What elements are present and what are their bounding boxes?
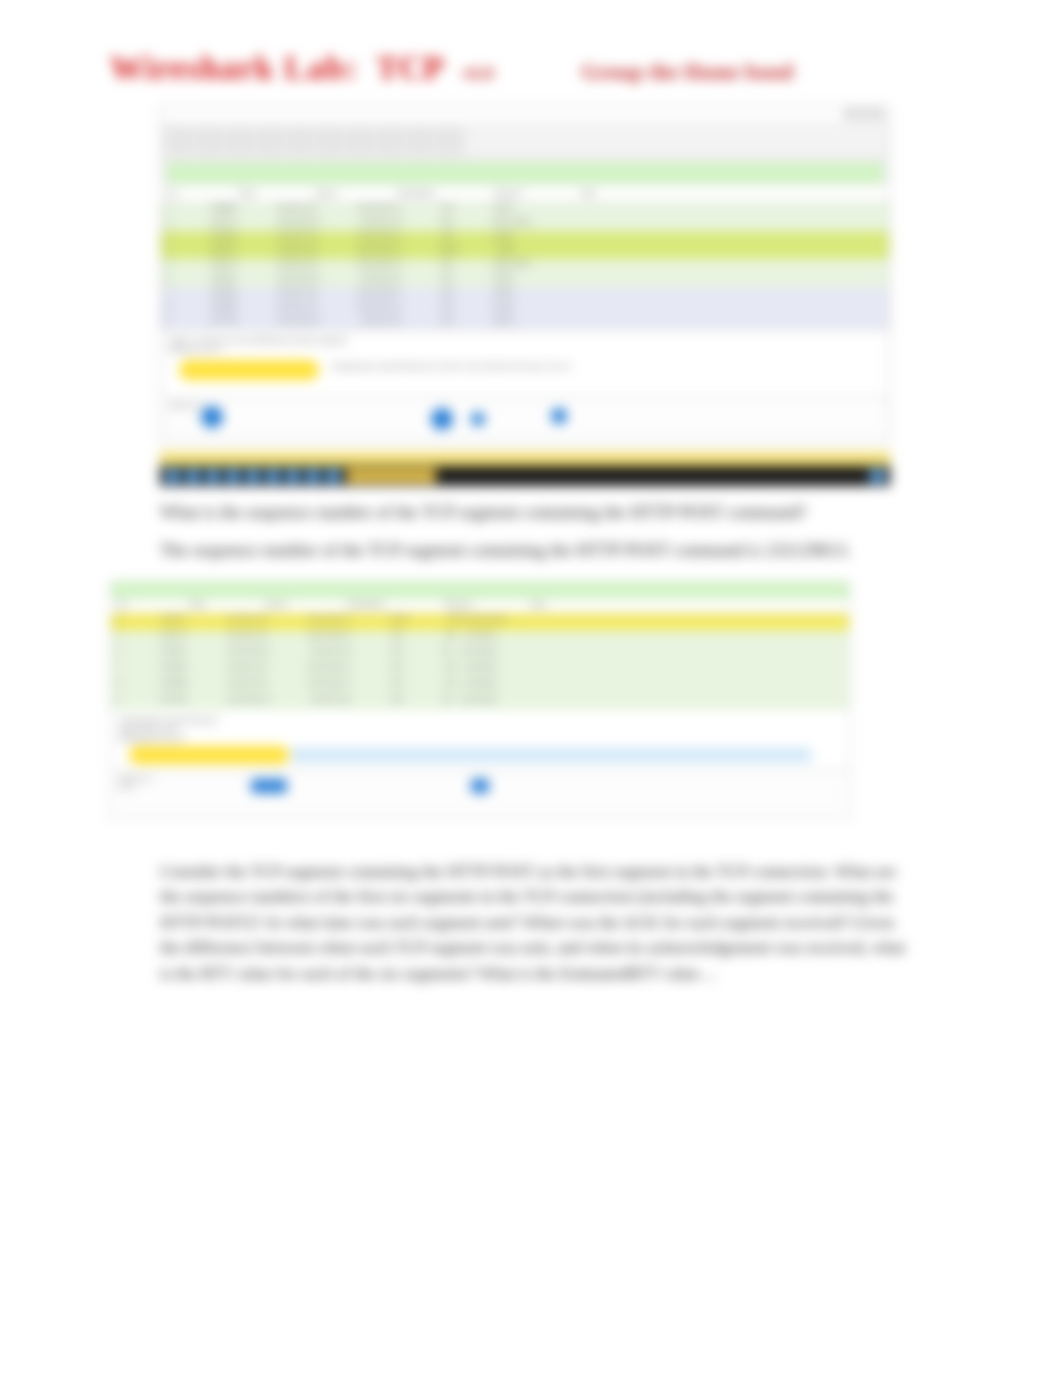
title-part1: Wireshark Lab:	[110, 50, 358, 88]
task-icon[interactable]	[266, 469, 280, 483]
table-row[interactable]: 50.041737192.168.1.102128.119.245.12TCP1…	[111, 630, 849, 646]
detail-line: Transmission Control Protocol	[119, 716, 841, 725]
task-icon[interactable]	[326, 469, 340, 483]
detail-line: Ethernet II, Src: ...	[169, 345, 881, 354]
hex-pane: 0000 00 20 ... 0010 ...	[111, 770, 849, 818]
col-proto: Protocol	[495, 189, 522, 200]
title-version: v6.0	[462, 63, 494, 84]
hex-highlight-icon	[251, 779, 287, 793]
task-icon[interactable]	[306, 469, 320, 483]
minimize-icon[interactable]	[845, 109, 855, 119]
table-row[interactable]: 70.054026192.168.1.102128.119.245.12TCP1…	[111, 662, 849, 678]
table-row[interactable]: 40.026477192.168.1.102128.119.245.12HTTP…	[111, 614, 849, 630]
hex-highlight-icon	[201, 406, 223, 428]
maximize-icon[interactable]	[859, 109, 869, 119]
packet-detail-pane: Frame 1: 62 bytes on wire (496 bits), 62…	[161, 329, 889, 397]
table-row[interactable]: 10.000000192.168.1.102128.119.245.12TCP[…	[161, 203, 889, 217]
col-proto: Protocol	[445, 600, 472, 611]
hex-highlight-icon	[471, 412, 485, 426]
hex-highlight-icon	[551, 408, 567, 424]
task-icon[interactable]	[226, 469, 240, 483]
taskbar	[160, 466, 890, 486]
toolbar-icon[interactable]	[287, 128, 313, 154]
toolbar-icon[interactable]	[197, 128, 223, 154]
task-icon[interactable]	[186, 469, 200, 483]
wireshark-window-2: No. Time Source Destination Protocol Inf…	[110, 581, 850, 819]
table-row[interactable]: 80.054690192.168.1.102128.119.245.12TCP1…	[111, 678, 849, 694]
toolbar-icon[interactable]	[227, 128, 253, 154]
status-bar	[160, 452, 890, 466]
detail-line: Source Port: 1161	[119, 725, 841, 734]
task-icon[interactable]	[246, 469, 260, 483]
col-no: No.	[167, 189, 179, 200]
task-icon[interactable]	[206, 469, 220, 483]
toolbar-icon[interactable]	[167, 128, 193, 154]
highlight-sequence	[129, 746, 289, 764]
table-row[interactable]: 90.077294128.119.245.12192.168.1.102TCP[…	[161, 315, 889, 329]
table-row[interactable]: 90.077294128.119.245.12192.168.1.102TCP8…	[111, 694, 849, 710]
table-row[interactable]: 50.041737192.168.1.102128.119.245.12TCP[…	[161, 259, 889, 273]
table-row[interactable]: 30.023265192.168.1.102128.119.245.12TCP[…	[161, 231, 889, 245]
toolbar-icon[interactable]	[437, 128, 463, 154]
title-author: Group the Home bond	[581, 59, 793, 85]
col-dst: Destination	[398, 189, 435, 200]
table-row[interactable]: 40.026477192.168.1.102128.119.245.12HTTP…	[161, 245, 889, 259]
packet-detail-pane: Transmission Control Protocol Source Por…	[111, 710, 849, 770]
hex-highlight-icon	[471, 779, 489, 793]
doc-title-row: Wireshark Lab: TCP v6.0 Group the Home b…	[110, 50, 962, 88]
col-info: Info	[532, 600, 545, 611]
os-taskbar	[160, 452, 890, 486]
question-5: Consider the TCP segment containing the …	[160, 859, 912, 987]
tray-icon[interactable]	[870, 469, 884, 483]
filter-bar[interactable]	[111, 582, 849, 598]
detail-line: Transmission Control Protocol, Src Port:…	[331, 362, 571, 371]
table-row[interactable]: 60.053937128.119.245.12192.168.1.102TCP[…	[161, 273, 889, 287]
answer-4: The sequence number of the TCP segment c…	[160, 538, 962, 562]
table-row[interactable]: 80.054690192.168.1.102128.119.245.12TCP[…	[161, 301, 889, 315]
col-time: Time	[239, 189, 256, 200]
toolbar-icon[interactable]	[347, 128, 373, 154]
start-icon[interactable]	[166, 469, 180, 483]
detail-line: Frame 1: 62 bytes on wire (496 bits), 62…	[169, 336, 881, 345]
col-no: No.	[117, 600, 129, 611]
detail-line: Destination Port: 80	[119, 734, 841, 743]
table-row[interactable]: 60.053937128.119.245.12192.168.1.102TCP8…	[111, 646, 849, 662]
column-headers: No. Time Source Destination Protocol Inf…	[161, 187, 889, 203]
col-src: Source	[265, 600, 287, 611]
table-row[interactable]: 70.054026192.168.1.102128.119.245.12TCP[…	[161, 287, 889, 301]
toolbar-icon[interactable]	[377, 128, 403, 154]
col-dst: Destination	[348, 600, 385, 611]
col-src: Source	[315, 189, 337, 200]
window-titlebar	[161, 107, 889, 123]
toolbar-icon[interactable]	[407, 128, 433, 154]
selected-field	[291, 748, 811, 762]
toolbar	[161, 123, 889, 159]
filter-bar[interactable]	[167, 163, 883, 183]
task-icon[interactable]	[286, 469, 300, 483]
task-highlight[interactable]	[346, 469, 436, 483]
question-4: What is the sequence number of the TCP s…	[160, 500, 962, 524]
hex-highlight-icon	[431, 408, 453, 430]
wireshark-window-1: No. Time Source Destination Protocol Inf…	[160, 106, 890, 442]
toolbar-icon[interactable]	[257, 128, 283, 154]
col-info: Info	[582, 189, 595, 200]
highlight-sequence	[179, 360, 319, 380]
toolbar-icon[interactable]	[317, 128, 343, 154]
column-headers: No. Time Source Destination Protocol Inf…	[111, 598, 849, 614]
col-time: Time	[189, 600, 206, 611]
title-part2: TCP	[376, 50, 444, 88]
table-row[interactable]: 20.023172128.119.245.12192.168.1.102TCP[…	[161, 217, 889, 231]
hex-pane: 0000 00 20 ...	[161, 397, 889, 441]
close-icon[interactable]	[873, 109, 883, 119]
